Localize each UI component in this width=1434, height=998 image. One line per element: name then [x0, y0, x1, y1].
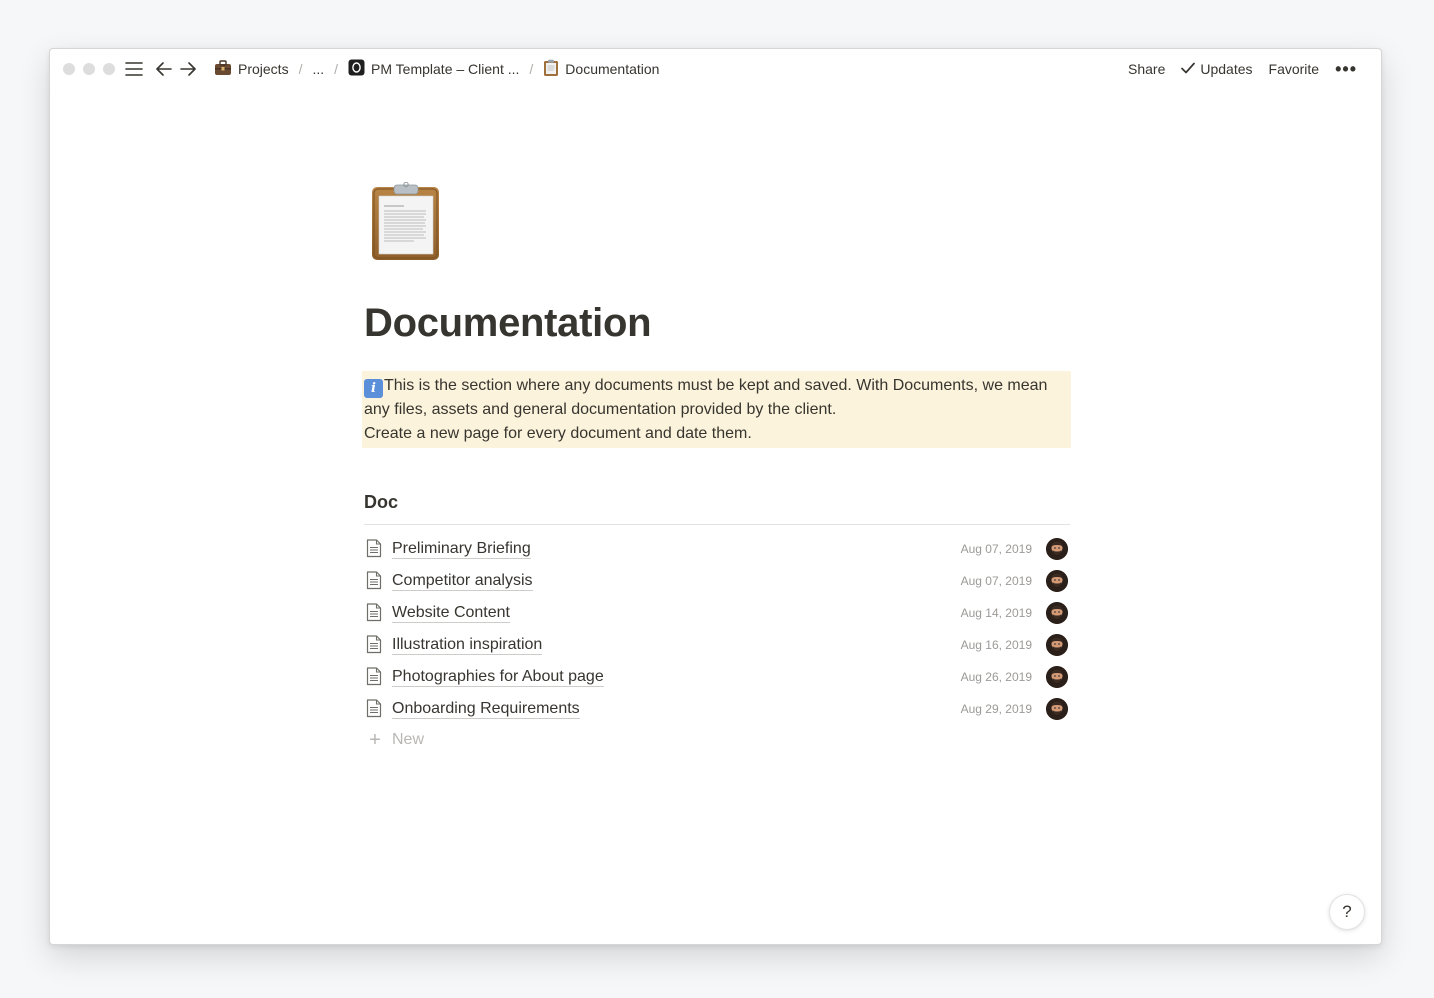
new-item-label: New — [392, 731, 425, 748]
document-title: Preliminary Briefing — [392, 539, 531, 559]
document-title: Onboarding Requirements — [392, 699, 580, 719]
page-title[interactable]: Documentation — [364, 301, 652, 346]
page-clipboard-icon[interactable] — [368, 181, 444, 262]
maximize-window-button[interactable] — [103, 63, 115, 75]
list-item[interactable]: Competitor analysis Aug 07, 2019 — [364, 565, 1070, 597]
breadcrumb-separator: / — [334, 61, 339, 77]
document-icon — [366, 603, 384, 623]
info-icon: i — [364, 379, 383, 398]
breadcrumb-separator: / — [298, 61, 303, 77]
document-date: Aug 07, 2019 — [960, 542, 1032, 556]
callout-text-line-1: This is the section where any documents … — [364, 377, 1048, 418]
list-item[interactable]: Photographies for About page Aug 26, 201… — [364, 661, 1070, 693]
document-list: Preliminary Briefing Aug 07, 2019 Compet… — [364, 533, 1070, 755]
document-date: Aug 16, 2019 — [960, 638, 1032, 652]
document-date: Aug 14, 2019 — [960, 606, 1032, 620]
database-divider — [364, 524, 1070, 525]
document-date: Aug 26, 2019 — [960, 670, 1032, 684]
avatar — [1046, 602, 1068, 624]
app-window: Projects / ... / PM Template – Client ..… — [49, 48, 1382, 945]
document-icon — [366, 667, 384, 687]
menu-icon[interactable] — [124, 59, 144, 79]
briefcase-icon — [214, 59, 232, 79]
checkmark-icon — [1181, 61, 1196, 77]
favorite-button[interactable]: Favorite — [1269, 61, 1320, 77]
back-arrow-icon[interactable] — [154, 59, 174, 79]
breadcrumb: Projects / ... / PM Template – Client ..… — [210, 49, 663, 89]
help-button[interactable]: ? — [1329, 894, 1365, 930]
document-icon — [366, 699, 384, 719]
breadcrumb-ellipsis[interactable]: ... — [308, 59, 328, 79]
forward-arrow-icon[interactable] — [178, 59, 198, 79]
list-item[interactable]: Onboarding Requirements Aug 29, 2019 — [364, 693, 1070, 725]
database-title[interactable]: Doc — [364, 492, 398, 513]
document-title: Website Content — [392, 603, 510, 623]
avatar — [1046, 666, 1068, 688]
breadcrumb-separator: / — [529, 61, 534, 77]
document-icon — [366, 635, 384, 655]
avatar — [1046, 570, 1068, 592]
document-icon — [366, 539, 384, 559]
avatar — [1046, 698, 1068, 720]
minimize-window-button[interactable] — [83, 63, 95, 75]
breadcrumb-pm-template[interactable]: PM Template – Client ... — [344, 57, 523, 81]
document-title: Photographies for About page — [392, 667, 604, 687]
window-controls — [63, 63, 115, 75]
document-date: Aug 29, 2019 — [960, 702, 1032, 716]
new-item-button[interactable]: + New — [364, 725, 1070, 755]
updates-button[interactable]: Updates — [1181, 61, 1253, 77]
list-item[interactable]: Illustration inspiration Aug 16, 2019 — [364, 629, 1070, 661]
breadcrumb-projects[interactable]: Projects — [210, 58, 293, 81]
breadcrumb-documentation[interactable]: Documentation — [539, 57, 663, 82]
document-date: Aug 07, 2019 — [960, 574, 1032, 588]
document-title: Illustration inspiration — [392, 635, 543, 655]
more-options-icon[interactable]: ••• — [1335, 60, 1357, 78]
share-button[interactable]: Share — [1128, 61, 1165, 77]
avatar — [1046, 538, 1068, 560]
clipboard-icon — [543, 59, 559, 80]
notion-logo-icon — [348, 59, 365, 79]
close-window-button[interactable] — [63, 63, 75, 75]
callout-text-line-2: Create a new page for every document and… — [364, 425, 752, 442]
top-bar: Projects / ... / PM Template – Client ..… — [50, 49, 1381, 89]
document-icon — [366, 571, 384, 591]
top-actions: Share Updates Favorite ••• — [1128, 49, 1357, 89]
list-item[interactable]: Preliminary Briefing Aug 07, 2019 — [364, 533, 1070, 565]
plus-icon: + — [369, 728, 381, 751]
list-item[interactable]: Website Content Aug 14, 2019 — [364, 597, 1070, 629]
info-callout[interactable]: i This is the section where any documents… — [362, 371, 1071, 448]
avatar — [1046, 634, 1068, 656]
document-title: Competitor analysis — [392, 571, 533, 591]
